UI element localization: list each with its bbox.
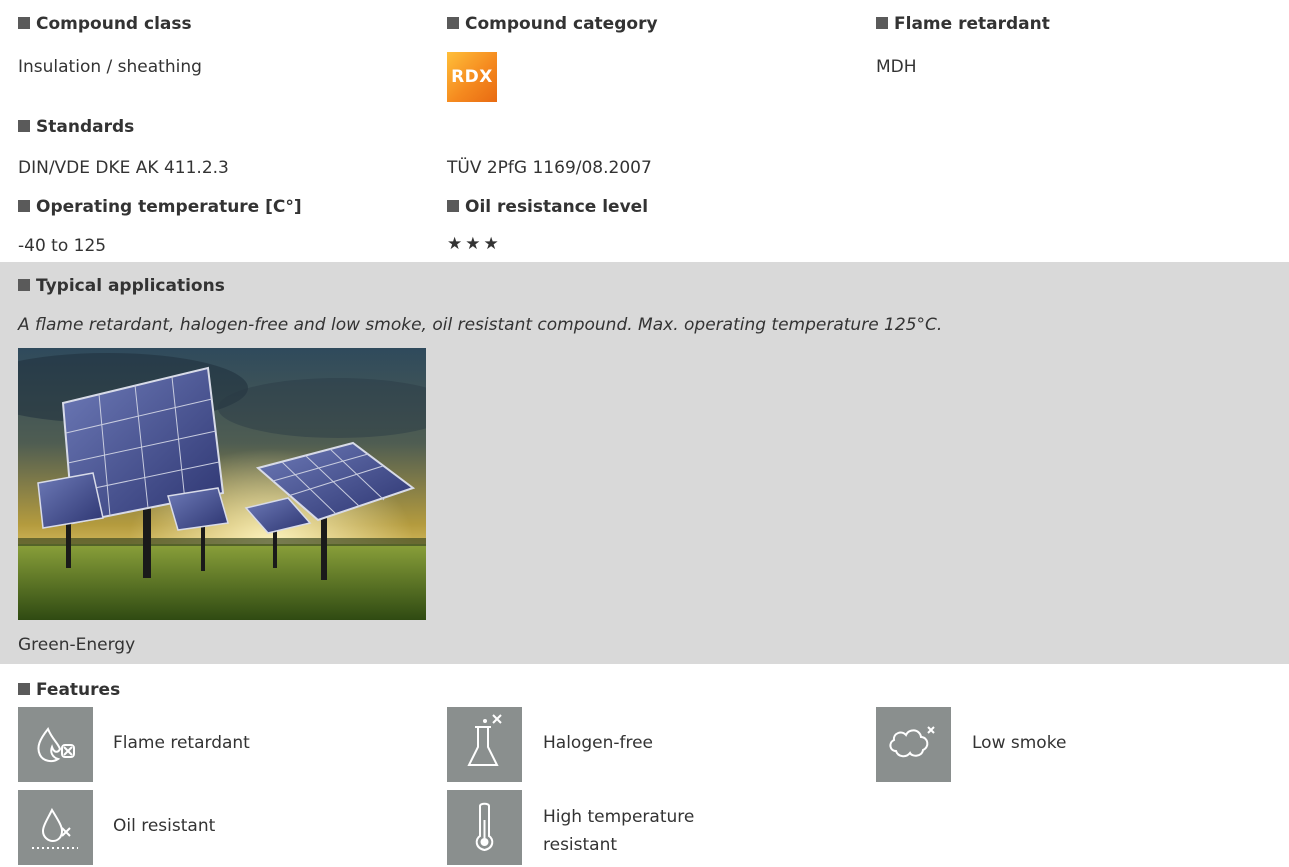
operating-temperature-header: Operating temperature [C°]: [18, 197, 302, 217]
flame-retardant-value: MDH: [876, 57, 917, 77]
bullet-square-icon: [876, 17, 888, 29]
operating-temperature-value: -40 to 125: [18, 236, 107, 256]
features-header: Features: [18, 680, 120, 700]
bullet-square-icon: [18, 17, 30, 29]
bullet-square-icon: [18, 200, 30, 212]
bullet-square-icon: [447, 200, 459, 212]
compound-category-header: Compound category: [447, 14, 658, 34]
thermometer-icon: [447, 790, 522, 865]
application-image-caption: Green-Energy: [18, 635, 136, 655]
flask-icon: [447, 707, 522, 782]
solar-panels-image: [18, 348, 426, 620]
flame-retardant-header: Flame retardant: [876, 14, 1050, 34]
standard-item: TÜV 2PfG 1169/08.2007: [447, 158, 652, 178]
standards-header: Standards: [18, 117, 134, 137]
flame-icon: [18, 707, 93, 782]
feature-label: Oil resistant: [113, 816, 216, 836]
bullet-square-icon: [18, 683, 30, 695]
cloud-icon: [876, 707, 951, 782]
green-energy-photo: [18, 348, 426, 620]
feature-label: Halogen-free: [543, 733, 654, 753]
oil-resistance-header: Oil resistance level: [447, 197, 648, 217]
oil-drop-icon: [18, 790, 93, 865]
typical-applications-header: Typical applications: [18, 276, 225, 296]
feature-label: Low smoke: [972, 733, 1067, 753]
bullet-square-icon: [18, 279, 30, 291]
bullet-square-icon: [18, 120, 30, 132]
compound-class-header: Compound class: [18, 14, 192, 34]
feature-label: High temperature resistant: [543, 807, 695, 855]
compound-class-value: Insulation / sheathing: [18, 57, 202, 77]
oil-resistance-stars: ★★★: [447, 234, 502, 254]
rdx-category-badge: RDX: [447, 52, 497, 102]
applications-description: A flame retardant, halogen-free and low …: [18, 315, 943, 335]
standard-item: DIN/VDE DKE AK 411.2.3: [18, 158, 229, 178]
bullet-square-icon: [447, 17, 459, 29]
feature-label: Flame retardant: [113, 733, 250, 753]
properties-section: Compound class Compound category Flame r…: [0, 0, 1289, 262]
